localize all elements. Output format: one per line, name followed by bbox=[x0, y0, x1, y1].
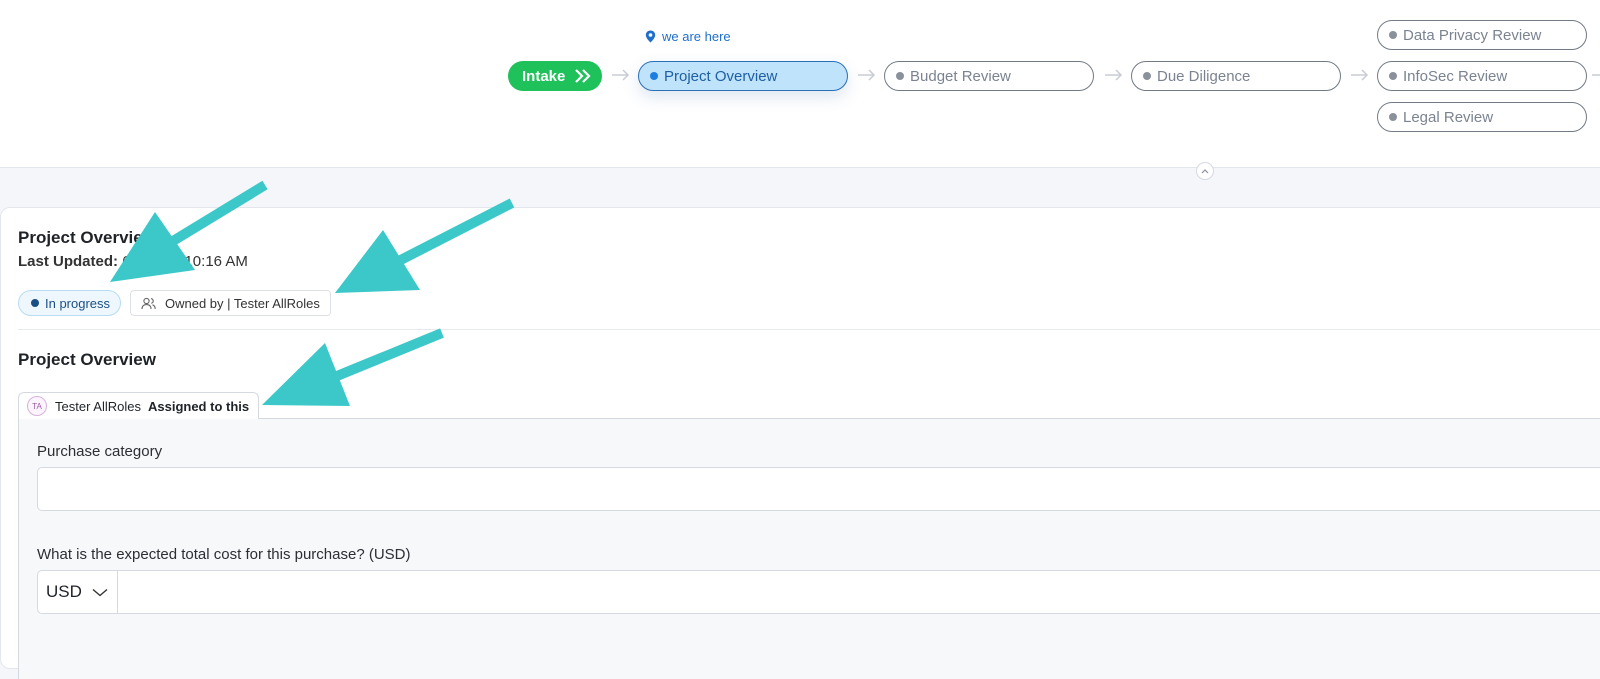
step-legal-review[interactable]: Legal Review bbox=[1377, 102, 1587, 132]
users-icon bbox=[141, 297, 156, 309]
cost-amount-input[interactable] bbox=[118, 571, 1600, 613]
step-infosec-review[interactable]: InfoSec Review bbox=[1377, 61, 1587, 91]
step-data-privacy-review[interactable]: Data Privacy Review bbox=[1377, 20, 1587, 50]
status-badge: In progress bbox=[18, 290, 122, 316]
step-label: InfoSec Review bbox=[1403, 67, 1508, 85]
chevron-down-icon bbox=[92, 588, 108, 596]
collapse-workflow-button[interactable] bbox=[1196, 162, 1214, 180]
step-budget-review[interactable]: Budget Review bbox=[884, 61, 1094, 91]
step-label: Data Privacy Review bbox=[1403, 26, 1542, 44]
location-hint: we are here bbox=[645, 29, 731, 44]
double-chevron-right-icon bbox=[575, 69, 591, 83]
status-text: In progress bbox=[45, 295, 111, 311]
arrow-right-icon bbox=[1105, 69, 1123, 81]
last-updated-value: 6/__/25 | 10:16 AM bbox=[122, 253, 248, 270]
step-project-overview[interactable]: Project Overview bbox=[638, 61, 848, 91]
purchase-category-label: Purchase category bbox=[37, 443, 163, 460]
step-dot bbox=[1389, 72, 1397, 80]
current-step-dot bbox=[650, 72, 658, 80]
divider bbox=[18, 329, 1600, 330]
assignee-name: Tester AllRoles bbox=[55, 398, 141, 414]
step-label: Project Overview bbox=[664, 67, 778, 85]
project-overview-card: Project Overview Last Updated: 6/__/25 |… bbox=[0, 207, 1600, 679]
form-panel: Purchase category What is the expected t… bbox=[18, 418, 1600, 679]
step-label: Intake bbox=[522, 67, 566, 85]
currency-value: USD bbox=[46, 582, 82, 601]
step-dot bbox=[896, 72, 904, 80]
assigned-label: Assigned to this bbox=[147, 398, 250, 414]
arrow-right-icon bbox=[1592, 74, 1600, 76]
step-label: Legal Review bbox=[1403, 108, 1494, 126]
step-dot bbox=[1143, 72, 1151, 80]
page-title: Project Overview bbox=[18, 228, 156, 247]
purchase-category-input[interactable] bbox=[37, 467, 1600, 511]
location-pin-icon bbox=[645, 30, 656, 43]
step-intake[interactable]: Intake bbox=[508, 61, 602, 91]
step-dot bbox=[1389, 31, 1397, 39]
owner-badge[interactable]: Owned by | Tester AllRoles bbox=[130, 290, 331, 316]
step-label: Due Diligence bbox=[1157, 67, 1251, 85]
arrow-right-icon bbox=[1351, 69, 1369, 81]
workflow-bar: we are here Intake Project Overview Budg… bbox=[0, 0, 1600, 168]
status-dot bbox=[31, 299, 39, 307]
assignment-tab[interactable]: TA Tester AllRoles Assigned to this bbox=[18, 392, 260, 419]
section-title: Project Overview bbox=[18, 350, 156, 369]
step-dot bbox=[1389, 113, 1397, 121]
step-label: Budget Review bbox=[910, 67, 1011, 85]
avatar: TA bbox=[27, 396, 47, 416]
currency-select[interactable]: USD bbox=[38, 571, 118, 613]
cost-field: USD bbox=[37, 570, 1600, 614]
step-due-diligence[interactable]: Due Diligence bbox=[1131, 61, 1341, 91]
last-updated: Last Updated: 6/__/25 | 10:16 AM bbox=[18, 253, 248, 270]
arrow-right-icon bbox=[612, 69, 630, 81]
cost-label: What is the expected total cost for this… bbox=[37, 546, 411, 563]
chevron-up-icon bbox=[1201, 169, 1209, 174]
arrow-right-icon bbox=[858, 69, 876, 81]
owner-text: Owned by | Tester AllRoles bbox=[165, 295, 320, 311]
